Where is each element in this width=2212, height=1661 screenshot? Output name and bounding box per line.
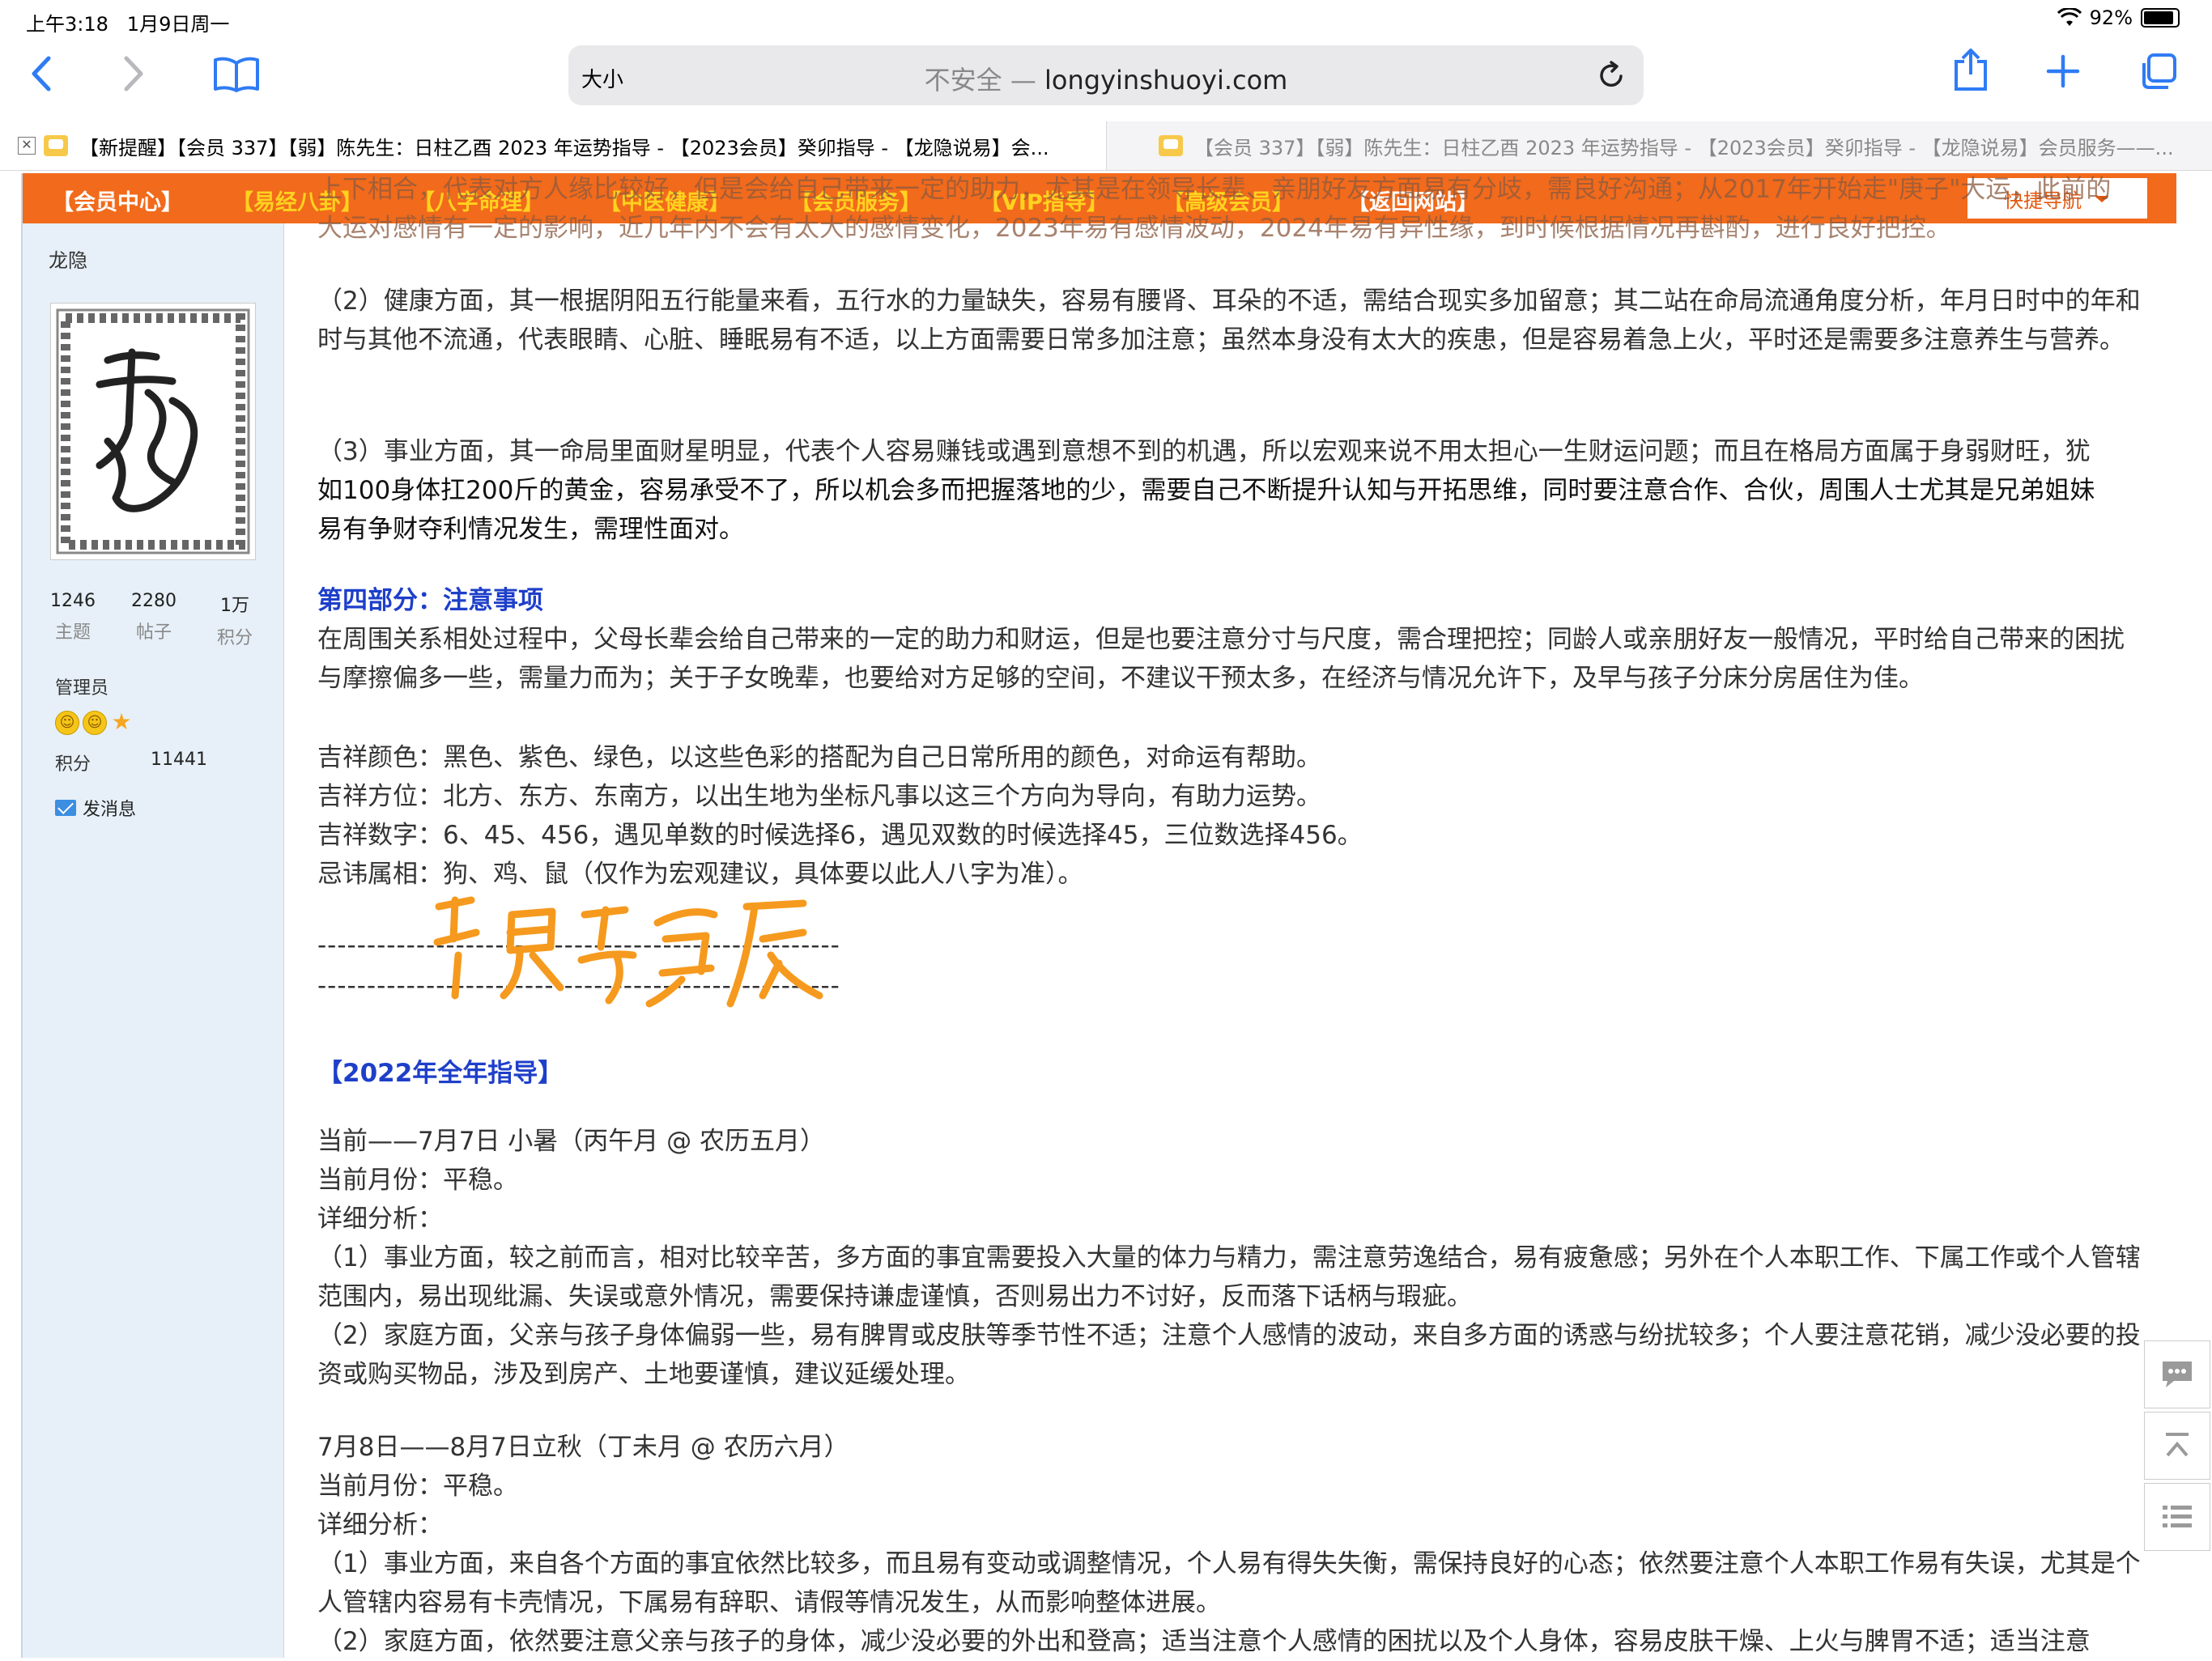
para-part4: 在周围关系相处过程中，父母长辈会给自己带来的一定的助力和财运，但是也要注意分寸与… bbox=[317, 625, 2125, 693]
month2-family: （2）家庭方面，依然要注意父亲与孩子的身体，减少没必要的外出和登高；适当注意个人… bbox=[317, 1627, 2091, 1656]
medals: ☺ ☺ ★ bbox=[55, 711, 133, 735]
author-name[interactable]: 龙隐 bbox=[49, 244, 87, 273]
month1-family: （2）家庭方面，父亲与孩子身体偏弱一些，易有脾胃或皮肤等季节性不适；注意个人感情… bbox=[317, 1321, 2141, 1389]
month1-heading: 当前——7月7日 小暑（丙午月 @ 农历五月） bbox=[317, 1127, 826, 1156]
tab-close-icon[interactable]: ✕ bbox=[18, 137, 36, 155]
tab-bar: ✕ 【新提醒】【会员 337】【弱】陈先生：日柱乙酉 2023 年运势指导 - … bbox=[0, 121, 2212, 171]
forward-icon[interactable] bbox=[121, 53, 146, 94]
author-stats: 1246 主题 2280 帖子 1万 积分 bbox=[32, 591, 275, 649]
para-career-3: 易有争财夺利情况发生，需理性面对。 bbox=[317, 515, 744, 544]
back-to-top-icon[interactable] bbox=[2144, 1412, 2210, 1480]
nav-member-center[interactable]: 【会员中心】 bbox=[52, 185, 183, 216]
author-role[interactable]: 管理员 bbox=[55, 673, 108, 699]
favicon-icon bbox=[1159, 135, 1183, 156]
url-bar[interactable]: 大小 不安全 — longyinshuoyi.com bbox=[568, 45, 1644, 105]
reload-icon[interactable] bbox=[1597, 60, 1626, 94]
browser-toolbar: 大小 不安全 — longyinshuoyi.com bbox=[0, 39, 2212, 121]
tab-title: 【会员 337】【弱】陈先生：日柱乙酉 2023 年运势指导 - 【2023会员… bbox=[1194, 136, 2174, 159]
reply-icon[interactable] bbox=[2144, 1340, 2210, 1408]
send-message-link[interactable]: 发消息 bbox=[55, 795, 136, 821]
star-icon: ★ bbox=[111, 708, 132, 735]
month1-detail-label: 详细分析： bbox=[317, 1204, 443, 1234]
month1-status: 当前月份：平稳。 bbox=[317, 1166, 518, 1195]
post-overlapped-text: 上下相合，代表对方人缘比较好，但是会给自己带来一定的助力，尤其是在领导长辈、亲朋… bbox=[317, 175, 2112, 243]
medal-face-icon: ☺ bbox=[55, 711, 79, 735]
stat-posts[interactable]: 2280 帖子 bbox=[113, 591, 194, 649]
lucky-directions: 吉祥方位：北方、东方、东南方，以出生地为坐标凡事以这三个方向为导向，有助力运势。 bbox=[317, 782, 1321, 811]
stat-credits[interactable]: 1万 积分 bbox=[194, 591, 275, 649]
mail-icon bbox=[55, 800, 76, 816]
battery-percent: 92% bbox=[2089, 6, 2133, 29]
list-icon[interactable] bbox=[2144, 1483, 2210, 1551]
tabs-overview-icon[interactable] bbox=[2139, 52, 2178, 91]
status-time: 上午3:18 1月9日周一 bbox=[26, 13, 230, 36]
medal-face-icon: ☺ bbox=[83, 711, 107, 735]
month2-heading: 7月8日——8月7日立秋（丁未月 @ 农历六月） bbox=[317, 1433, 849, 1462]
section-heading-2022: 【2022年全年指导】 bbox=[317, 1059, 564, 1088]
battery-icon bbox=[2141, 8, 2180, 28]
author-panel: 龙隐 1246 主题 2280 帖子 1万 积分 管理员 ☺ ☺ ★ 积分 11441 … bbox=[23, 223, 284, 1658]
url-address[interactable]: 不安全 — longyinshuoyi.com bbox=[568, 60, 1644, 97]
para-career-1: （3）事业方面，其一命局里面财星明显，代表个人容易赚钱或遇到意想不到的机遇，所以… bbox=[317, 437, 2091, 466]
bookmarks-icon[interactable] bbox=[212, 57, 261, 92]
month2-detail-label: 详细分析： bbox=[317, 1510, 443, 1540]
para-career-2: 如100身体扛200斤的黄金，容易承受不了，所以机会多而把握落地的少，需要自己不… bbox=[317, 476, 2095, 505]
stat-threads[interactable]: 1246 主题 bbox=[32, 591, 113, 649]
section-heading-part4: 第四部分：注意事项 bbox=[317, 586, 543, 615]
month2-career: （1）事业方面，来自各个方面的事宜依然比较多，而且易有变动或调整情况，个人易有得… bbox=[317, 1549, 2141, 1617]
wifi-icon bbox=[2057, 8, 2082, 26]
lucky-numbers: 吉祥数字：6、45、456，遇见单数的时候选择6，遇见双数的时候选择45，三位数… bbox=[317, 821, 1363, 850]
favicon-icon bbox=[44, 135, 68, 156]
tab-inactive[interactable]: 【会员 337】【弱】陈先生：日柱乙酉 2023 年运势指导 - 【2023会员… bbox=[1106, 121, 2212, 170]
share-icon[interactable] bbox=[1953, 47, 1989, 92]
lucky-colors: 吉祥颜色：黑色、紫色、绿色，以这些色彩的搭配为自己日常所用的颜色，对命运有帮助。 bbox=[317, 743, 1321, 772]
new-tab-icon[interactable] bbox=[2045, 53, 2081, 89]
month2-status: 当前月份：平稳。 bbox=[317, 1472, 518, 1501]
tab-active[interactable]: ✕ 【新提醒】【会员 337】【弱】陈先生：日柱乙酉 2023 年运势指导 - … bbox=[0, 121, 1106, 170]
handwriting-annotation bbox=[433, 896, 823, 1008]
author-points: 积分 11441 bbox=[55, 750, 207, 775]
back-icon[interactable] bbox=[29, 53, 53, 94]
avatar[interactable] bbox=[50, 303, 256, 560]
month1-career: （1）事业方面，较之前而言，相对比较辛苦，多方面的事宜需要投入大量的体力与精力，… bbox=[317, 1243, 2141, 1311]
tab-title: 【新提醒】【会员 337】【弱】陈先生：日柱乙酉 2023 年运势指导 - 【2… bbox=[79, 136, 1049, 159]
status-bar: 上午3:18 1月9日周一 92% bbox=[0, 0, 2212, 39]
floating-tools bbox=[2144, 1340, 2210, 1554]
para-health: （2）健康方面，其一根据阴阳五行能量来看，五行水的力量缺失，容易有腰肾、耳朵的不… bbox=[317, 287, 2141, 355]
